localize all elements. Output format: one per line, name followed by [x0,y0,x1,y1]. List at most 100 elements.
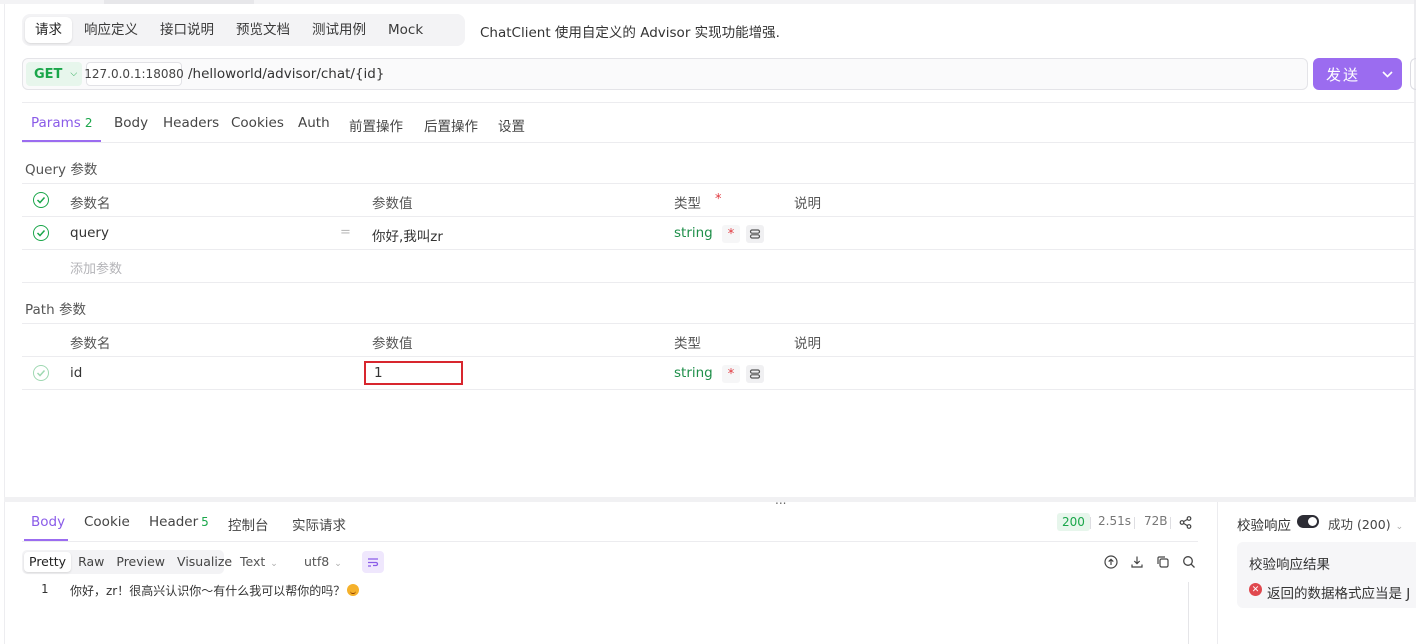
tab-post-operations[interactable]: 后置操作 [424,115,478,135]
word-wrap-button[interactable] [362,551,384,573]
divider [22,183,1416,184]
validation-error-text: 返回的数据格式应当是 J [1267,586,1411,602]
required-marker: * [715,192,722,207]
upload-icon[interactable] [1103,554,1119,570]
editor-scrollbar[interactable] [1188,582,1189,644]
validation-status-select[interactable]: 成功 (200) ⌄ [1328,514,1403,533]
encoding-label: utf8 [304,554,330,569]
column-header-name: 参数名 [70,336,111,352]
add-param-input[interactable]: 添加参数 [70,258,122,277]
check-icon [36,196,46,204]
path-section-title: Path 参数 [25,302,86,318]
format-visualize[interactable]: Visualize [172,552,237,572]
params-count-badge: 2 [84,116,93,130]
chevron-down-icon: ⌄ [334,559,342,569]
chevron-down-icon: ⌵ [70,69,78,79]
format-pretty[interactable]: Pretty [24,552,72,572]
row-checkbox[interactable] [33,225,49,241]
tab-api-description[interactable]: 接口说明 [150,17,224,43]
required-toggle[interactable]: * [722,225,740,243]
response-tab-cookie[interactable]: Cookie [84,514,130,530]
api-description: ChatClient 使用自定义的 Advisor 实现功能增强. [480,25,780,41]
response-size: 72B [1144,514,1168,528]
download-icon[interactable] [1129,554,1145,570]
column-header-value: 参数值 [372,196,413,212]
divider [22,216,1416,217]
tab-test-cases[interactable]: 测试用例 [302,17,376,43]
panel-splitter[interactable] [4,497,1416,502]
divider [22,541,1198,542]
divider [22,142,1416,143]
param-name-label: id [70,365,83,381]
tab-cookies[interactable]: Cookies [231,115,284,131]
equals-icon: = [340,225,351,240]
format-preview[interactable]: Preview [111,552,170,572]
response-tab-actual-request[interactable]: 实际请求 [292,514,346,534]
column-header-description: 说明 [794,196,821,212]
param-type-select[interactable]: string [674,365,713,381]
tab-settings[interactable]: 设置 [498,115,525,135]
check-icon [36,229,46,237]
tab-auth[interactable]: Auth [298,115,330,131]
method-label: GET [34,66,63,82]
tab-headers[interactable]: Headers [163,115,219,131]
tab-pre-operations[interactable]: 前置操作 [349,115,403,135]
share-icon[interactable] [1177,514,1193,530]
tab-params[interactable]: Params 2 [31,115,92,131]
response-body-text: 你好，zr！很高兴认识你～有什么我可以帮你的吗？ [70,582,360,599]
check-icon [36,369,46,377]
link-icon[interactable] [746,365,764,383]
tab-response-definition[interactable]: 响应定义 [74,17,148,43]
link-icon[interactable] [746,225,764,243]
tab-preview-doc[interactable]: 预览文档 [226,17,300,43]
column-header-value: 参数值 [372,336,413,352]
param-value-input[interactable]: 你好,我叫zr [372,225,443,245]
splitter-handle[interactable]: ... [775,493,786,507]
select-all-checkbox[interactable] [33,192,49,208]
host-env-select[interactable]: 127.0.0.1:18080 [84,62,184,86]
encoding-select[interactable]: utf8 ⌄ [304,554,342,569]
column-header-name: 参数名 [70,196,111,212]
column-header-description: 说明 [794,336,821,352]
response-tab-body[interactable]: Body [31,514,65,530]
send-button[interactable]: 发送 [1313,58,1402,90]
response-tab-console[interactable]: 控制台 [228,514,269,534]
tab-body[interactable]: Body [114,115,148,131]
line-number: 1 [41,582,49,596]
panel-divider [1217,502,1218,644]
divider [22,249,1416,250]
divider [22,282,1416,283]
save-button-edge[interactable] [1410,58,1416,90]
tab-request[interactable]: 请求 [25,17,72,43]
divider [22,356,1416,357]
left-border [4,0,5,644]
param-value-input[interactable]: 1 [364,361,463,385]
method-select[interactable]: GET ⌵ [26,62,82,86]
response-tab-header[interactable]: Header 5 [149,514,209,530]
format-raw[interactable]: Raw [73,552,109,572]
tab-params-label: Params [31,115,81,131]
validate-response-toggle[interactable] [1297,515,1319,528]
divider [22,389,1416,390]
divider [22,102,1416,103]
copy-icon[interactable] [1155,554,1171,570]
response-tab-header-label: Header [149,514,199,530]
chevron-down-icon[interactable] [1382,68,1393,81]
divider [22,323,1416,324]
required-toggle[interactable]: * [722,365,740,383]
row-checkbox[interactable] [33,365,49,381]
param-name-input[interactable]: query [70,225,109,241]
header-count-badge: 5 [201,515,209,529]
param-type-select[interactable]: string [674,225,713,241]
tab-mock[interactable]: Mock [378,17,433,43]
chevron-down-icon: ⌄ [1395,522,1404,532]
separator [1170,517,1171,529]
separator [1090,517,1091,529]
request-tab-group: 请求 响应定义 接口说明 预览文档 测试用例 Mock [22,14,465,46]
url-path-input[interactable]: /helloworld/advisor/chat/{id} [188,66,384,82]
content-type-select[interactable]: Text ⌄ [240,554,278,569]
query-section-title: Query 参数 [25,162,98,178]
separator [1134,517,1135,529]
search-icon[interactable] [1181,554,1197,570]
response-time: 2.51s [1098,514,1131,528]
